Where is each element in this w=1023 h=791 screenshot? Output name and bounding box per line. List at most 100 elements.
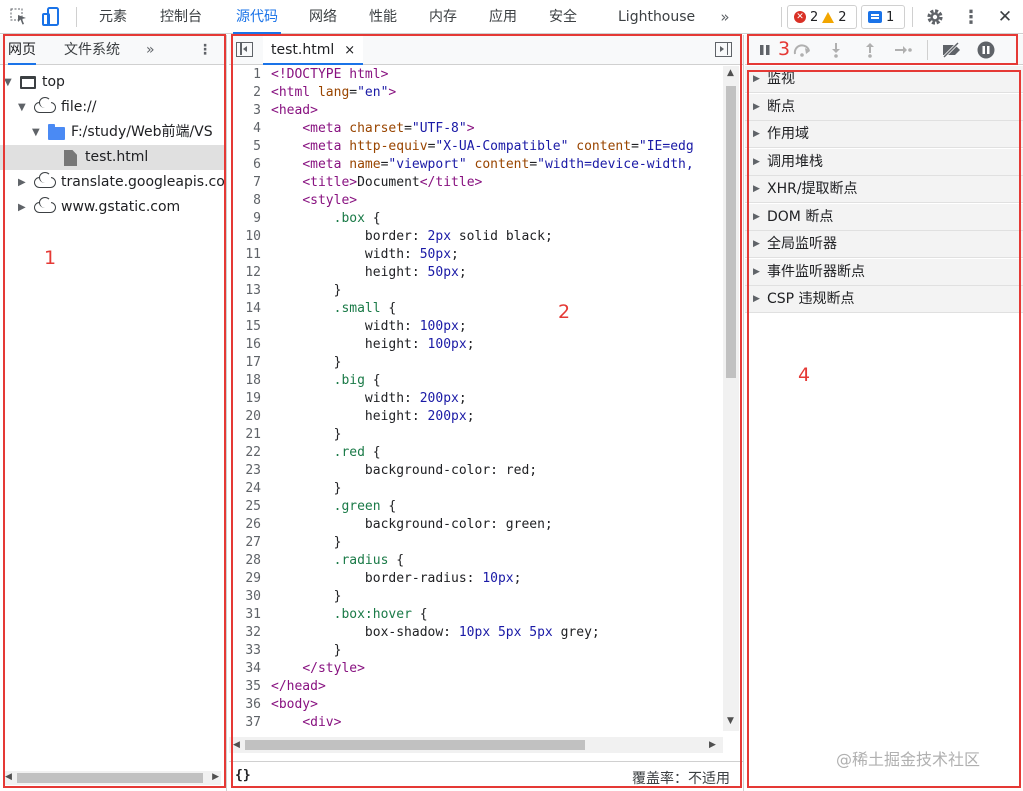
line-number[interactable]: 23 xyxy=(229,462,271,480)
tree-item[interactable]: ▶ www.gstatic.com xyxy=(0,195,224,220)
tab-filesystem[interactable]: 文件系统 xyxy=(64,35,120,65)
line-number[interactable]: 21 xyxy=(229,426,271,444)
tree-item[interactable]: test.html xyxy=(0,145,224,170)
line-number[interactable]: 2 xyxy=(229,84,271,102)
tree-item[interactable]: ▼ top xyxy=(0,70,224,95)
step-out-icon[interactable] xyxy=(860,40,880,60)
line-number[interactable]: 25 xyxy=(229,498,271,516)
caret-right-icon[interactable]: ▶ xyxy=(18,195,26,220)
line-number[interactable]: 31 xyxy=(229,606,271,624)
line-number[interactable]: 6 xyxy=(229,156,271,174)
line-number[interactable]: 24 xyxy=(229,480,271,498)
pause-icon[interactable] xyxy=(755,40,775,60)
line-number[interactable]: 10 xyxy=(229,228,271,246)
debugger-section[interactable]: ▶ 事件监听器断点 xyxy=(745,258,1023,286)
line-number[interactable]: 22 xyxy=(229,444,271,462)
line-number[interactable]: 36 xyxy=(229,696,271,714)
scrollbar-thumb[interactable] xyxy=(17,773,203,783)
line-number[interactable]: 29 xyxy=(229,570,271,588)
line-number[interactable]: 34 xyxy=(229,660,271,678)
scroll-right-icon[interactable]: ▶ xyxy=(709,740,716,750)
pause-on-exceptions-icon[interactable] xyxy=(976,40,996,60)
line-number[interactable]: 1 xyxy=(229,66,271,84)
line-number[interactable]: 33 xyxy=(229,642,271,660)
toggle-navigator-icon[interactable] xyxy=(236,42,253,57)
cursor-select-icon[interactable] xyxy=(8,6,30,28)
tab-0[interactable]: 元素 xyxy=(96,0,130,34)
tab-6[interactable]: 应用 xyxy=(487,0,519,34)
line-number[interactable]: 37 xyxy=(229,714,271,731)
code-vertical-scrollbar[interactable]: ▲ ▼ xyxy=(723,66,739,731)
line-number[interactable]: 35 xyxy=(229,678,271,696)
line-number[interactable]: 16 xyxy=(229,336,271,354)
scroll-down-icon[interactable]: ▼ xyxy=(727,716,734,726)
tab-2[interactable]: 源代码 xyxy=(233,0,281,34)
line-number[interactable]: 3 xyxy=(229,102,271,120)
line-number[interactable]: 11 xyxy=(229,246,271,264)
line-number[interactable]: 32 xyxy=(229,624,271,642)
line-number[interactable]: 30 xyxy=(229,588,271,606)
debugger-section[interactable]: ▶ 作用域 xyxy=(745,121,1023,148)
debugger-section[interactable]: ▶ 调用堆栈 xyxy=(745,148,1023,176)
line-number[interactable]: 27 xyxy=(229,534,271,552)
debugger-section[interactable]: ▶ 断点 xyxy=(745,93,1023,121)
deactivate-breakpoints-icon[interactable] xyxy=(939,40,965,60)
debugger-section[interactable]: ▶ CSP 违规断点 xyxy=(745,286,1023,313)
tab-7[interactable]: 安全 xyxy=(547,0,579,34)
gear-icon[interactable] xyxy=(924,6,946,28)
line-number[interactable]: 5 xyxy=(229,138,271,156)
scroll-left-icon[interactable]: ◀ xyxy=(5,772,12,782)
tab-test-html[interactable]: test.html × xyxy=(263,35,364,65)
scroll-right-icon[interactable]: ▶ xyxy=(212,772,219,782)
tab-8[interactable]: Lighthouse xyxy=(618,0,695,34)
messages-badge[interactable]: 1 xyxy=(861,5,905,29)
caret-right-icon[interactable]: ▶ xyxy=(18,170,26,195)
step-icon[interactable] xyxy=(893,40,913,60)
line-number[interactable]: 9 xyxy=(229,210,271,228)
device-toggle-icon[interactable] xyxy=(40,6,62,28)
navigator-horizontal-scrollbar[interactable]: ◀ ▶ xyxy=(3,771,221,785)
tab-4[interactable]: 性能 xyxy=(367,0,399,34)
more-navigator-tabs-button[interactable]: » xyxy=(146,35,155,65)
close-tab-icon[interactable]: × xyxy=(344,43,355,58)
scrollbar-thumb[interactable] xyxy=(726,86,736,378)
close-devtools-button[interactable]: ✕ xyxy=(994,6,1016,28)
tab-1[interactable]: 控制台 xyxy=(157,0,205,34)
issues-badge[interactable]: ✕ 2 2 xyxy=(787,5,857,29)
line-number[interactable]: 28 xyxy=(229,552,271,570)
line-number[interactable]: 4 xyxy=(229,120,271,138)
scroll-up-icon[interactable]: ▲ xyxy=(727,68,734,78)
line-number[interactable]: 17 xyxy=(229,354,271,372)
scroll-left-icon[interactable]: ◀ xyxy=(233,740,240,750)
line-number[interactable]: 14 xyxy=(229,300,271,318)
code-view[interactable]: 1 <!DOCTYPE html> 2 <html lang="en"> 3 <head>… xyxy=(229,66,723,731)
debugger-section[interactable]: ▶ DOM 断点 xyxy=(745,203,1023,231)
debugger-section[interactable]: ▶ 全局监听器 xyxy=(745,231,1023,258)
line-number[interactable]: 20 xyxy=(229,408,271,426)
kebab-menu-icon[interactable]: ⋮ xyxy=(960,6,982,28)
tree-item[interactable]: ▼ F:/study/Web前端/VS xyxy=(0,120,224,145)
line-number[interactable]: 8 xyxy=(229,192,271,210)
scrollbar-thumb[interactable] xyxy=(245,740,585,750)
line-number[interactable]: 15 xyxy=(229,318,271,336)
tab-page[interactable]: 网页 xyxy=(8,35,36,65)
toggle-debugger-icon[interactable] xyxy=(715,42,732,57)
caret-down-icon[interactable]: ▼ xyxy=(32,120,40,145)
tree-item[interactable]: ▼ file:// xyxy=(0,95,224,120)
caret-down-icon[interactable]: ▼ xyxy=(4,70,12,95)
pretty-print-button[interactable]: {} xyxy=(235,768,251,783)
caret-down-icon[interactable]: ▼ xyxy=(18,95,26,120)
line-number[interactable]: 18 xyxy=(229,372,271,390)
navigator-menu-button[interactable]: ⋮ xyxy=(198,35,212,65)
debugger-section[interactable]: ▶ XHR/提取断点 xyxy=(745,176,1023,203)
tab-5[interactable]: 内存 xyxy=(427,0,459,34)
line-number[interactable]: 7 xyxy=(229,174,271,192)
tree-item[interactable]: ▶ translate.googleapis.com xyxy=(0,170,224,195)
line-number[interactable]: 13 xyxy=(229,282,271,300)
tab-3[interactable]: 网络 xyxy=(307,0,339,34)
step-into-icon[interactable] xyxy=(826,40,846,60)
more-tabs-button[interactable]: » xyxy=(714,6,736,28)
line-number[interactable]: 19 xyxy=(229,390,271,408)
step-over-icon[interactable] xyxy=(792,40,812,60)
code-horizontal-scrollbar[interactable]: ◀ ▶ xyxy=(229,737,723,753)
